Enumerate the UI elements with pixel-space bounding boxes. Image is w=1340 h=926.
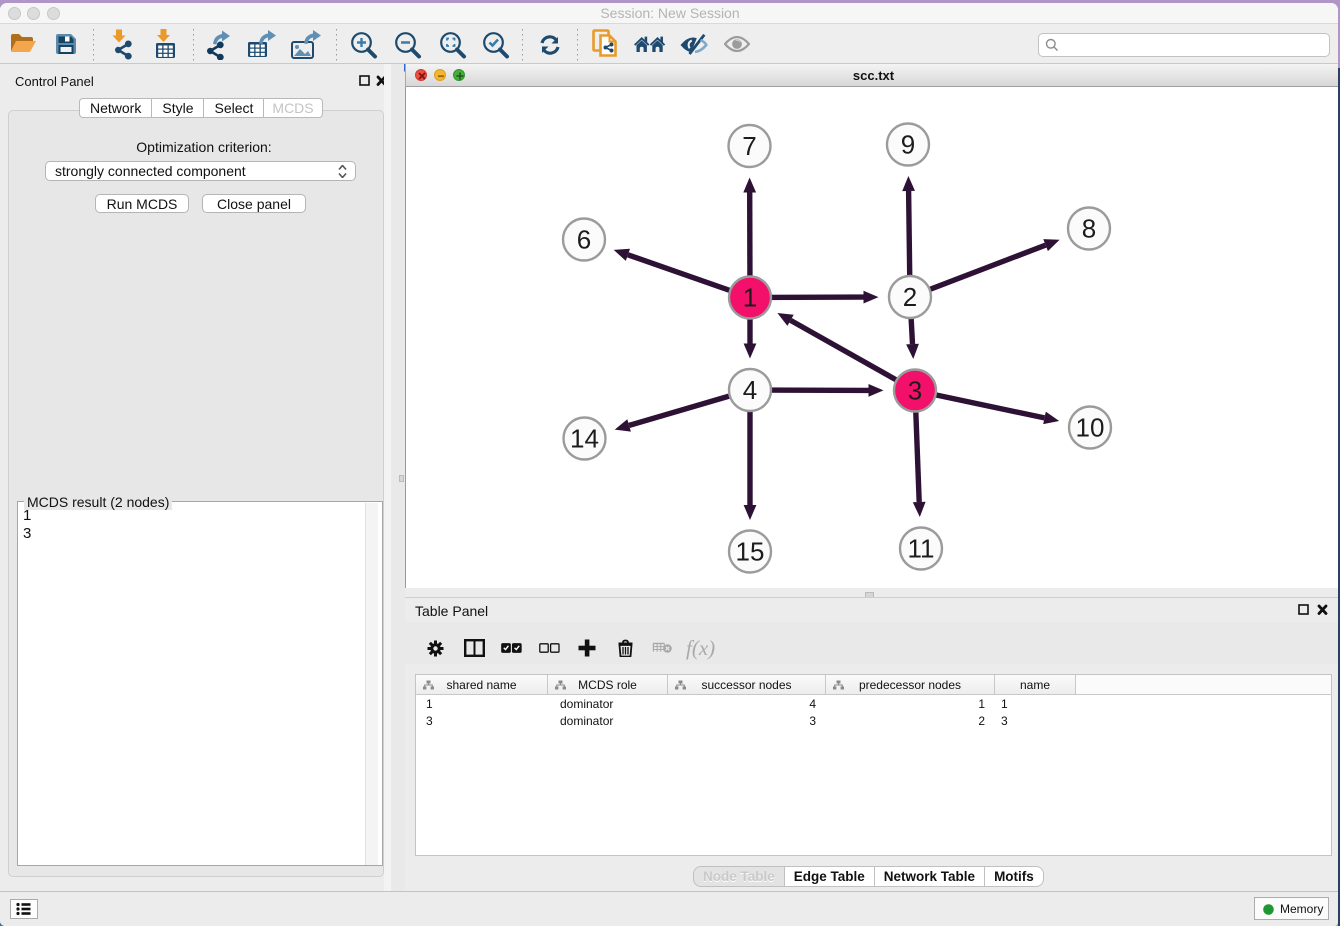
svg-text:9: 9 bbox=[901, 130, 915, 160]
svg-text:1: 1 bbox=[743, 283, 757, 313]
svg-text:3: 3 bbox=[908, 376, 922, 406]
svg-text:15: 15 bbox=[736, 537, 765, 567]
svg-text:7: 7 bbox=[742, 131, 756, 161]
svg-text:14: 14 bbox=[570, 424, 599, 454]
svg-text:11: 11 bbox=[908, 534, 935, 564]
svg-text:4: 4 bbox=[743, 375, 757, 405]
svg-text:8: 8 bbox=[1082, 214, 1096, 244]
svg-text:10: 10 bbox=[1076, 413, 1105, 443]
svg-text:6: 6 bbox=[577, 225, 591, 255]
svg-text:2: 2 bbox=[903, 282, 917, 312]
